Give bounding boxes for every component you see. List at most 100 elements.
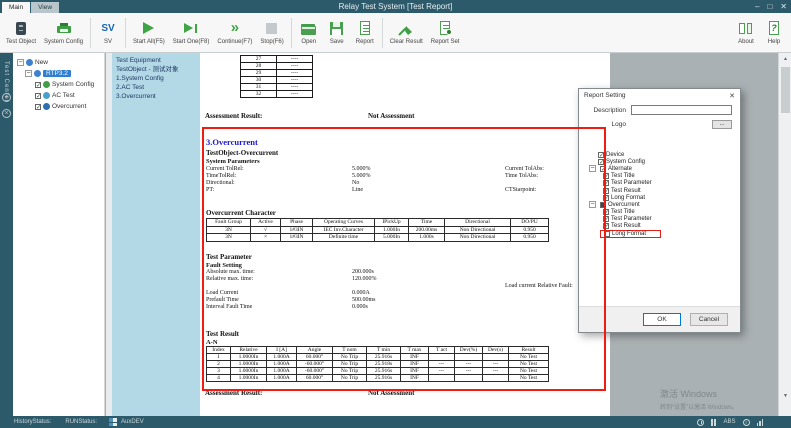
project-icon xyxy=(26,59,33,66)
checkbox[interactable] xyxy=(603,216,609,222)
tree-root-row[interactable]: New xyxy=(13,57,104,68)
about-button[interactable]: About xyxy=(732,15,760,51)
param-label: TimeTolRel: xyxy=(206,173,236,179)
ok-button[interactable]: OK xyxy=(643,313,681,326)
ribbon-tabs: Main View xyxy=(2,2,60,13)
param-row: Interval Fault Time 0.000s xyxy=(206,304,604,311)
dialog-tree-label: Test Title xyxy=(611,209,635,215)
help-button[interactable]: ? Help xyxy=(760,15,788,51)
system-config-node-icon xyxy=(43,81,50,88)
dialog-title-bar[interactable]: Report Setting ✕ xyxy=(579,89,740,102)
checkbox[interactable] xyxy=(603,180,609,186)
dialog-tree-item[interactable]: Test Title xyxy=(587,209,734,216)
continue-button[interactable]: » Continue(F7) xyxy=(213,15,256,51)
description-input[interactable] xyxy=(631,105,732,115)
collapse-icon[interactable] xyxy=(589,165,596,172)
stop-button[interactable]: Stop(F6) xyxy=(256,15,287,51)
nav-item[interactable]: 1.System Config xyxy=(116,74,200,83)
table-cell: 1#3IN xyxy=(281,234,313,242)
param-label: Prefault Time xyxy=(206,297,239,303)
test-object-button[interactable]: Test Object xyxy=(2,15,40,51)
checkbox[interactable] xyxy=(604,231,610,237)
checkbox[interactable] xyxy=(598,152,604,158)
param-label: Load Current xyxy=(206,290,238,296)
column-header: T min xyxy=(367,347,401,354)
close-button[interactable]: ✕ xyxy=(780,1,787,12)
tree-item-ac-test[interactable]: AC Test xyxy=(13,90,104,101)
table-cell: No Trip xyxy=(333,361,367,368)
tab-view[interactable]: View xyxy=(31,2,59,13)
assessment-label: Assessment Result: xyxy=(205,389,262,397)
dialog-tree-item[interactable]: Overcurrent xyxy=(587,201,734,208)
scrollbar-thumb[interactable] xyxy=(781,67,790,113)
checkbox[interactable] xyxy=(603,188,609,194)
checkbox[interactable] xyxy=(35,82,41,88)
checkbox[interactable] xyxy=(603,173,609,179)
nav-item[interactable]: 3.Overcurrent xyxy=(116,92,200,101)
dialog-tree-item[interactable]: Test Parameter xyxy=(587,180,734,187)
scroll-up-icon[interactable]: ▲ xyxy=(779,53,791,65)
table-cell: Definite time xyxy=(313,234,375,242)
collapse-icon[interactable] xyxy=(17,59,24,66)
checkbox[interactable] xyxy=(603,195,609,201)
nav-item[interactable]: Test Equipment xyxy=(116,56,200,65)
cancel-button[interactable]: Cancel xyxy=(690,313,728,326)
collapse-icon[interactable] xyxy=(589,201,596,208)
tab-main[interactable]: Main xyxy=(2,2,30,13)
dialog-tree-item[interactable]: Test Parameter xyxy=(587,216,734,223)
nav-item[interactable]: TestObject - 测试对象 xyxy=(116,65,200,74)
dialog-close-icon[interactable]: ✕ xyxy=(729,92,735,100)
logo-browse-button[interactable]: ... xyxy=(712,120,732,129)
close-circle-icon[interactable]: × xyxy=(2,109,11,118)
checkbox[interactable] xyxy=(603,209,609,215)
checkbox[interactable] xyxy=(35,104,41,110)
nav-item[interactable]: 2.AC Test xyxy=(116,83,200,92)
vertical-scrollbar[interactable]: ▲ ▼ xyxy=(778,53,791,416)
table-cell: 5.000In xyxy=(375,234,409,242)
history-status-label: HistoryStatus: xyxy=(14,419,51,425)
dialog-tree-item[interactable]: Test Title xyxy=(587,173,734,180)
open-button[interactable]: Open xyxy=(295,15,323,51)
test-object-icon xyxy=(34,70,41,77)
table-cell: 25.916s xyxy=(367,368,401,375)
column-header: Operating Curves xyxy=(313,219,375,227)
dialog-tree-item[interactable]: Device xyxy=(587,151,734,158)
dialog-tree-item[interactable]: Long Format xyxy=(587,194,734,201)
checkbox[interactable] xyxy=(600,166,606,172)
table-cell: 3 xyxy=(207,368,231,375)
report-set-button[interactable]: Report Set xyxy=(427,15,464,51)
main-area: Test Center + × New RTP3.2 System Config xyxy=(0,53,791,416)
start-one-button[interactable]: Start One(F8) xyxy=(169,15,214,51)
table-row: 27---- xyxy=(241,56,313,63)
start-all-button[interactable]: Start All(F5) xyxy=(129,15,169,51)
checkbox[interactable] xyxy=(600,202,606,208)
scroll-down-icon[interactable]: ▼ xyxy=(779,390,791,402)
clear-result-button[interactable]: Clear Result xyxy=(386,15,427,51)
toolbar: Test Object System Config SV SV Start Al… xyxy=(0,13,791,53)
column-header: T act xyxy=(429,347,455,354)
sv-button[interactable]: SV SV xyxy=(94,15,122,51)
tree-selected-row[interactable]: RTP3.2 xyxy=(13,68,104,79)
report-button[interactable]: Report xyxy=(351,15,379,51)
save-icon xyxy=(328,21,346,37)
table-cell: INF xyxy=(401,354,429,361)
checkbox[interactable] xyxy=(598,159,604,165)
checkbox[interactable] xyxy=(603,223,609,229)
dialog-tree-item[interactable]: System Config xyxy=(587,158,734,165)
add-circle-icon[interactable]: + xyxy=(2,93,11,102)
dialog-tree-item[interactable]: Long Format xyxy=(587,230,734,237)
dialog-tree-item[interactable]: Test Result xyxy=(587,187,734,194)
tree-item-system-config[interactable]: System Config xyxy=(13,79,104,90)
param-label: Current TolRel: xyxy=(206,166,244,172)
save-button[interactable]: Save xyxy=(323,15,351,51)
minimize-button[interactable]: – xyxy=(755,1,759,12)
maximize-button[interactable]: □ xyxy=(767,1,772,12)
system-config-button[interactable]: System Config xyxy=(40,15,87,51)
table-row: 29---- xyxy=(241,70,313,77)
start-one-icon xyxy=(182,21,200,37)
table-cell: 1 xyxy=(207,354,231,361)
collapse-icon[interactable] xyxy=(25,70,32,77)
tree-item-overcurrent[interactable]: Overcurrent xyxy=(13,101,104,112)
dialog-tree-item[interactable]: Alternate xyxy=(587,165,734,172)
checkbox[interactable] xyxy=(35,93,41,99)
